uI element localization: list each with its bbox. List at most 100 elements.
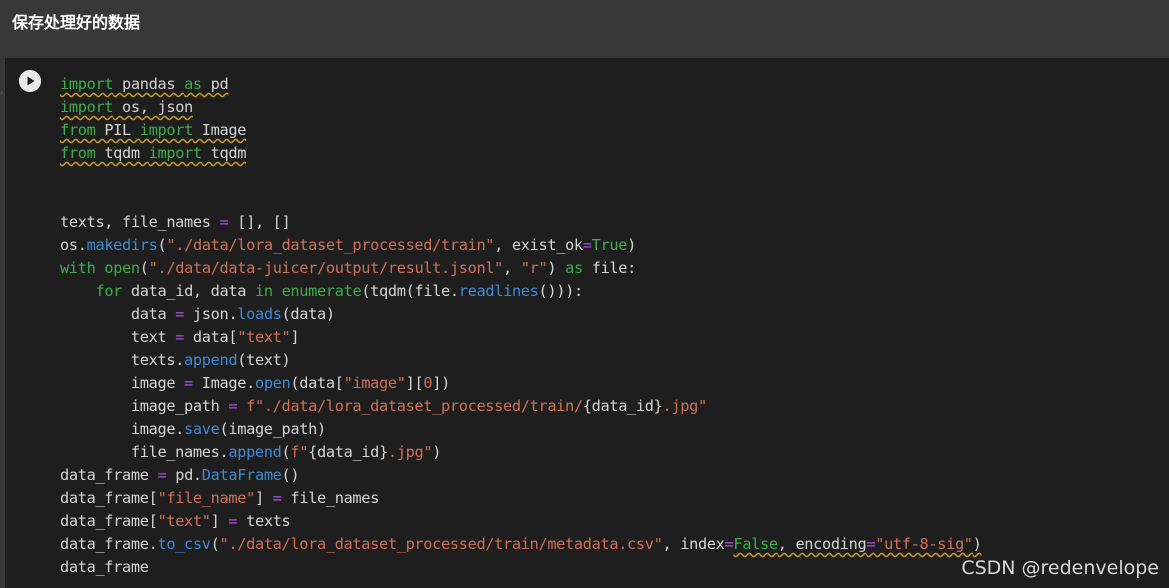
run-cell-button[interactable] xyxy=(19,70,41,92)
code-token: ) xyxy=(627,236,636,254)
code-token: "text" xyxy=(157,512,211,530)
code-token: , index xyxy=(662,535,725,553)
code-token: save xyxy=(184,420,220,438)
code-token: data_frame[ xyxy=(60,489,158,507)
code-token: json. xyxy=(184,305,238,323)
code-token: , xyxy=(503,259,521,277)
code-token: ) xyxy=(972,535,982,553)
code-line[interactable]: os.makedirs("./data/lora_dataset_process… xyxy=(60,234,1169,257)
code-token: {data_id} xyxy=(582,397,663,415)
code-token: for xyxy=(95,282,123,300)
code-token: readlines xyxy=(458,282,539,300)
markdown-heading: 保存处理好的数据 xyxy=(12,13,141,32)
code-token: = xyxy=(272,489,282,507)
code-token: ] xyxy=(290,328,300,346)
code-token: ())): xyxy=(538,282,584,300)
code-line[interactable]: text = data["text"] xyxy=(60,326,1169,349)
code-line[interactable]: data_frame = pd.DataFrame() xyxy=(60,464,1169,487)
code-token: ) xyxy=(432,443,442,461)
code-line[interactable]: data_frame["text"] = texts xyxy=(60,510,1169,533)
code-token: file_names. xyxy=(60,443,229,461)
code-token: pd. xyxy=(166,466,202,484)
code-token: from xyxy=(60,121,96,139)
code-line[interactable] xyxy=(60,188,1169,211)
code-token: = xyxy=(175,305,185,323)
code-token: .jpg" xyxy=(662,397,708,415)
code-line[interactable]: data_frame["file_name"] = file_names xyxy=(60,487,1169,510)
code-line[interactable]: for data_id, data in enumerate(tqdm(file… xyxy=(60,280,1169,303)
code-line[interactable]: texts, file_names = [], [] xyxy=(60,211,1169,234)
code-token: True xyxy=(591,236,628,254)
code-line[interactable]: from PIL import Image xyxy=(60,119,1169,142)
code-line[interactable]: image.save(image_path) xyxy=(60,418,1169,441)
code-line[interactable]: import pandas as pd xyxy=(60,73,1169,96)
code-token: enumerate xyxy=(281,282,362,300)
code-token: import xyxy=(60,98,114,116)
code-token: open xyxy=(254,374,291,392)
code-token: DataFrame xyxy=(201,466,282,484)
code-token: "./data/lora_dataset_processed/train" xyxy=(166,236,495,254)
code-line[interactable]: import os, json xyxy=(60,96,1169,119)
code-token: as xyxy=(565,259,583,277)
code-line[interactable]: with open("./data/data-juicer/output/res… xyxy=(60,257,1169,280)
code-token: import xyxy=(139,121,194,139)
code-line[interactable]: texts.append(text) xyxy=(60,349,1169,372)
code-token: (data[ xyxy=(290,374,344,392)
code-token: texts. xyxy=(60,351,185,369)
code-token: (text) xyxy=(237,351,291,369)
code-token: () xyxy=(281,466,300,484)
code-token: as xyxy=(184,75,202,93)
collapse-chevron-icon[interactable]: › xyxy=(0,88,4,97)
code-token: PIL xyxy=(95,121,140,139)
code-token: = xyxy=(157,466,167,484)
code-token: Image. xyxy=(192,374,256,392)
code-token: file: xyxy=(582,259,637,277)
code-token: ] xyxy=(210,512,229,530)
code-token: "text" xyxy=(237,328,291,346)
code-token: data_frame xyxy=(60,466,158,484)
code-token: , exist_ok xyxy=(494,236,583,254)
code-line[interactable]: from tqdm import tqdm xyxy=(60,142,1169,165)
code-token: "r" xyxy=(520,259,548,277)
code-token: (data) xyxy=(281,305,336,323)
code-line[interactable]: data = json.loads(data) xyxy=(60,303,1169,326)
code-token: append xyxy=(184,351,238,369)
code-token: text xyxy=(60,328,176,346)
code-line[interactable]: data_frame.to_csv("./data/lora_dataset_p… xyxy=(60,533,1169,556)
code-token: [], [] xyxy=(228,213,291,231)
code-token: tqdm xyxy=(95,144,149,162)
code-token: 0 xyxy=(423,374,433,392)
code-token: tqdm xyxy=(201,144,247,162)
code-token: file_names xyxy=(281,489,380,507)
code-token: pandas xyxy=(113,75,185,93)
code-token: os. xyxy=(60,236,87,254)
code-line[interactable]: image_path = f"./data/lora_dataset_proce… xyxy=(60,395,1169,418)
markdown-cell[interactable]: 保存处理好的数据 xyxy=(0,0,1169,58)
code-token: f"./data/lora_dataset_processed/train/ xyxy=(246,397,583,415)
code-token: ] xyxy=(254,489,273,507)
code-line[interactable] xyxy=(60,165,1169,188)
code-token: ]) xyxy=(432,374,450,392)
code-token: data_frame xyxy=(60,558,149,576)
code-token: data_id, data xyxy=(122,282,255,300)
code-token: from xyxy=(60,144,96,162)
code-token: texts xyxy=(237,512,291,530)
code-token: import xyxy=(60,75,114,93)
code-token: = xyxy=(184,374,193,392)
code-token: = xyxy=(582,236,592,254)
code-token: False xyxy=(733,535,778,553)
code-token: = xyxy=(228,397,238,415)
code-token: f" xyxy=(290,443,309,461)
code-line[interactable]: image = Image.open(data["image"][0]) xyxy=(60,372,1169,395)
code-token: "image" xyxy=(343,374,406,392)
code-token: to_csv xyxy=(157,535,211,553)
code-token: , encoding xyxy=(777,535,867,553)
code-token: {data_id} xyxy=(308,443,388,461)
code-editor[interactable]: import pandas as pd import os, json from P… xyxy=(60,73,1169,579)
code-line[interactable]: file_names.append(f"{data_id}.jpg") xyxy=(60,441,1169,464)
code-token: with xyxy=(60,259,96,277)
code-token: data_frame[ xyxy=(60,512,158,530)
